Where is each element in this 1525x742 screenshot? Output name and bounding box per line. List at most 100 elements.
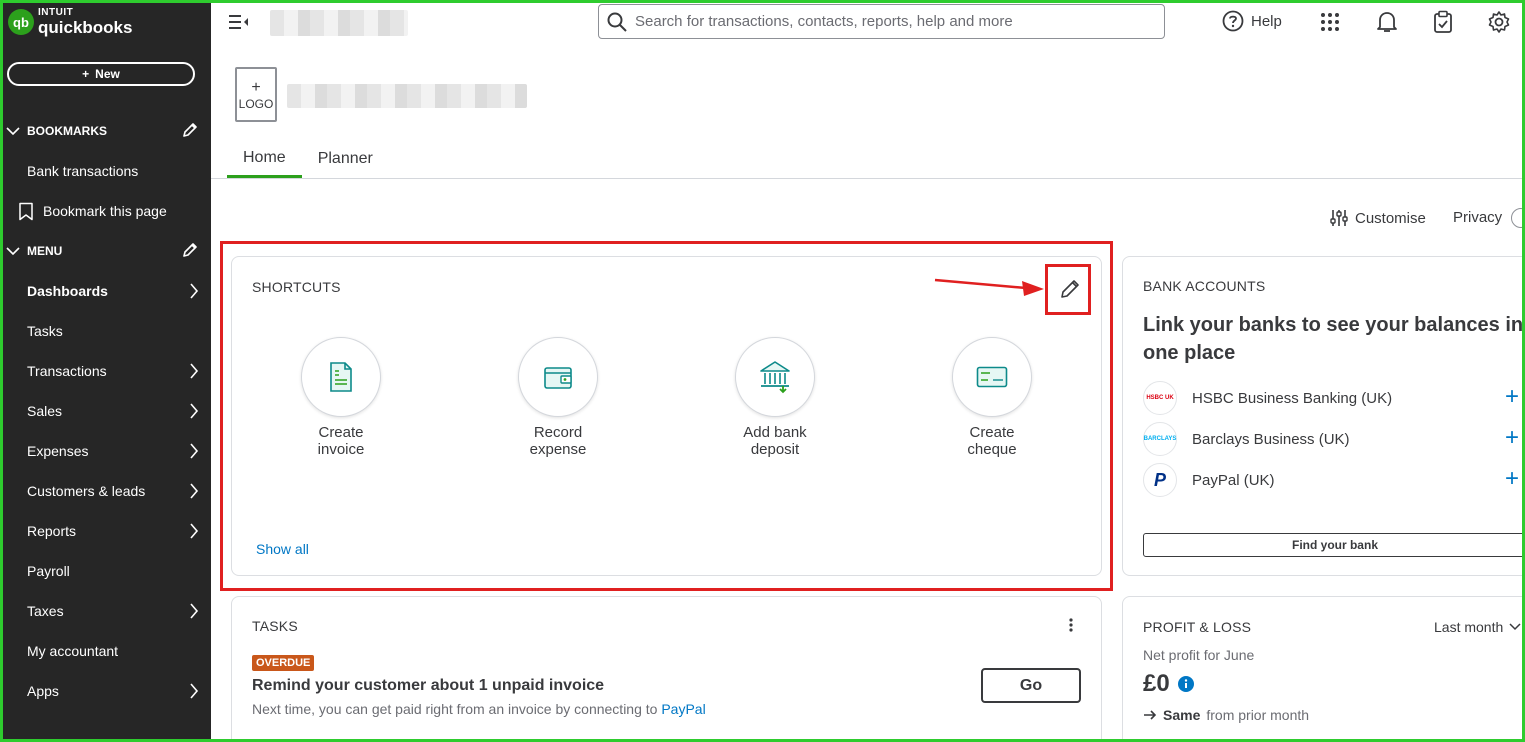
sidebar-item-sales[interactable]: Sales [0,395,211,427]
quickbooks-logo[interactable]: qb INTUIT quickbooks [8,8,132,36]
add-logo-button[interactable]: + LOGO [235,67,277,122]
chevron-down-icon [1509,623,1521,631]
profit-loss-title: PROFIT & LOSS [1143,619,1252,635]
sidebar-item-bookmark-this-page[interactable]: Bookmark this page [0,195,211,227]
company-title-redacted [287,84,527,108]
sidebar-item-label: Apps [27,683,59,699]
chevron-right-icon [190,483,199,499]
bank-name: HSBC Business Banking (UK) [1192,389,1393,407]
sidebar-item-taxes[interactable]: Taxes [0,595,211,627]
company-name-redacted [270,10,408,36]
net-profit-amount-row: £0 [1143,670,1194,698]
edit-highlight-box [1045,264,1091,315]
period-dropdown[interactable]: Last month [1434,619,1521,635]
sidebar-item-label: Reports [27,523,77,539]
paypal-link[interactable]: PayPal [661,701,705,717]
find-your-bank-button[interactable]: Find your bank [1143,533,1525,557]
sidebar-item-label: Payroll [27,563,70,579]
bank-row-hsbc[interactable]: HSBC UK HSBC Business Banking (UK) + [1143,381,1525,415]
clipboard-tasks-icon[interactable] [1433,10,1453,34]
add-bank-plus-icon[interactable]: + [1505,465,1519,493]
edit-menu-pencil-icon[interactable] [181,241,199,259]
bank-accounts-card: BANK ACCOUNTS Link your banks to see you… [1122,256,1525,576]
comparison-row: Same from prior month [1143,707,1309,723]
sidebar-item-tasks[interactable]: Tasks [0,315,211,347]
tasks-card: TASKS OVERDUE Remind your customer about… [231,596,1102,742]
brand-text: INTUIT quickbooks [38,7,133,37]
sidebar-item-label: Tasks [27,323,63,339]
privacy-toggle[interactable] [1511,208,1525,228]
tasks-title: TASKS [252,618,298,634]
sidebar-item-customers-leads[interactable]: Customers & leads [0,475,211,507]
task-description: Next time, you can get paid right from a… [252,701,706,717]
customise-button[interactable]: Customise [1329,208,1426,228]
task-title: Remind your customer about 1 unpaid invo… [252,677,605,694]
collapse-menu-icon[interactable] [228,12,250,32]
info-icon[interactable] [1177,676,1194,692]
new-button[interactable]: + New [7,62,195,86]
sidebar-item-label: Transactions [27,363,107,379]
bookmark-icon [19,202,33,221]
help-icon [1222,10,1244,32]
tab-planner[interactable]: Planner [302,140,389,178]
bank-row-barclays[interactable]: BARCLAYS Barclays Business (UK) + [1143,422,1525,456]
go-button[interactable]: Go [981,668,1081,703]
chevron-down-icon [6,247,20,256]
menu-label: MENU [27,244,63,258]
menu-section-header[interactable]: MENU [0,239,211,263]
sidebar-item-label: Expenses [27,443,89,459]
bank-name: Barclays Business (UK) [1192,430,1350,448]
chevron-right-icon [190,603,199,619]
annotation-arrow-icon [934,278,1044,296]
sidebar-item-dashboards[interactable]: Dashboards [0,275,211,307]
overdue-badge: OVERDUE [252,655,315,671]
plus-icon: + [82,67,90,81]
sidebar-item-payroll[interactable]: Payroll [0,555,211,587]
chevron-right-icon [190,283,199,299]
net-profit-amount: £0 [1143,670,1170,697]
profit-loss-card: PROFIT & LOSS Last month Net profit for … [1122,596,1525,742]
chevron-down-icon [6,127,20,136]
search-icon [607,12,627,32]
period-label: Last month [1434,619,1504,635]
sidebar-item-bank-transactions[interactable]: Bank transactions [0,155,211,187]
add-bank-plus-icon[interactable]: + [1505,383,1519,411]
search-bar[interactable] [598,4,1165,39]
sidebar-item-reports[interactable]: Reports [0,515,211,547]
new-button-label: New [95,67,120,81]
help-label: Help [1251,12,1282,30]
bank-accounts-title: BANK ACCOUNTS [1143,278,1266,294]
apps-grid-icon[interactable] [1320,12,1340,32]
bank-accounts-headline: Link your banks to see your balances in … [1143,314,1524,364]
bank-row-paypal[interactable]: P PayPal (UK) + [1143,463,1525,497]
add-bank-plus-icon[interactable]: + [1505,424,1519,452]
sidebar-item-my-accountant[interactable]: My accountant [0,635,211,667]
sidebar-item-apps[interactable]: Apps [0,675,211,707]
sidebar-item-label: My accountant [27,643,119,659]
sidebar-item-transactions[interactable]: Transactions [0,355,211,387]
search-input[interactable] [635,13,1155,30]
privacy-label: Privacy [1453,209,1503,226]
sidebar: qb INTUIT quickbooks + New BOOKMARKS Ban… [0,0,211,742]
sidebar-item-label: Sales [27,403,63,419]
sidebar-item-label: Bank transactions [27,163,139,179]
net-profit-subtitle: Net profit for June [1143,647,1255,663]
sidebar-item-expenses[interactable]: Expenses [0,435,211,467]
comparison-text: from prior month [1206,707,1310,723]
settings-gear-icon[interactable] [1487,10,1511,34]
notifications-bell-icon[interactable] [1376,10,1398,34]
more-options-icon[interactable] [1068,617,1074,633]
chevron-right-icon [190,683,199,699]
brand-intuit: INTUIT [38,7,74,18]
chevron-right-icon [190,363,199,379]
help-button[interactable]: Help [1222,10,1282,32]
chevron-right-icon [190,403,199,419]
edit-bookmarks-pencil-icon[interactable] [181,121,199,139]
sidebar-item-label: Taxes [27,603,64,619]
bookmarks-section-header[interactable]: BOOKMARKS [0,119,211,143]
tab-home[interactable]: Home [227,140,302,178]
plus-icon: + [251,78,261,96]
logo-label: LOGO [238,96,274,111]
qb-badge-icon: qb [8,9,34,35]
brand-quickbooks: quickbooks [38,18,133,37]
